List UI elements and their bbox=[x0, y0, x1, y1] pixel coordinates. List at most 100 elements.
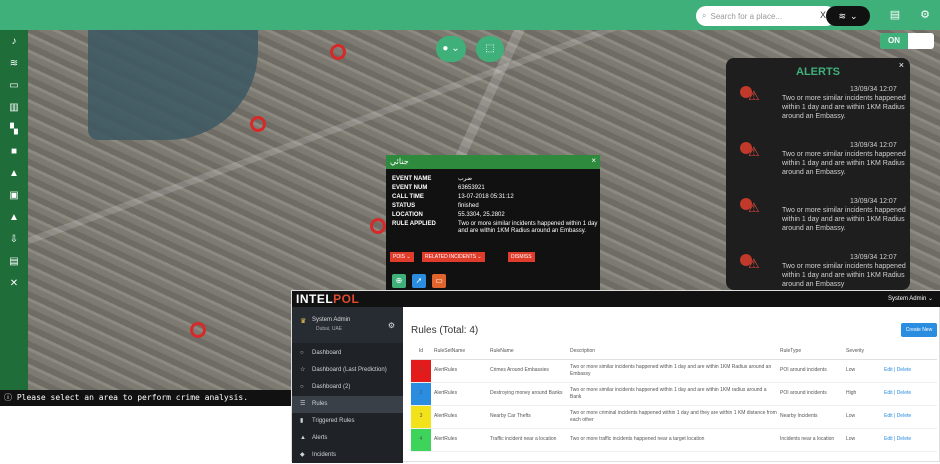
select-area-button[interactable]: ⬚ bbox=[476, 36, 504, 62]
table-row: 2 AlertRules Destroying money around Banks… bbox=[411, 382, 937, 406]
image-icon[interactable]: ▣ bbox=[6, 188, 22, 204]
creek-water bbox=[88, 30, 258, 140]
search-box[interactable]: ⌕ Search for a place... X bbox=[696, 6, 836, 26]
rule-name: Traffic incident near a location bbox=[487, 428, 567, 452]
search-input[interactable]: Search for a place... bbox=[710, 12, 782, 21]
car-icon[interactable]: ▭ bbox=[432, 274, 446, 288]
rule-severity: Low bbox=[843, 359, 881, 383]
column-header: RuleSetName bbox=[431, 343, 487, 360]
menu-item-rules[interactable]: ☰ Rules bbox=[292, 396, 403, 413]
admin-header: INTELPOL System Admin ⌄ bbox=[292, 291, 940, 307]
edit-delete-links[interactable]: Edit | Delete bbox=[884, 436, 911, 442]
incident-marker[interactable] bbox=[370, 218, 386, 234]
row-actions[interactable]: Edit | Delete bbox=[881, 359, 937, 383]
rules-table: Id RuleSetName RuleName Description Rule… bbox=[411, 343, 937, 452]
rules-content: Rules (Total: 4) Create New Id RuleSetNa… bbox=[403, 307, 940, 463]
menu-item-incidents[interactable]: ◆ Incidents bbox=[292, 447, 403, 464]
map-icon[interactable]: ▤ bbox=[888, 8, 902, 22]
status-message: Please select an area to perform crime a… bbox=[16, 393, 249, 402]
toggle-on-label: ON bbox=[880, 33, 908, 49]
chart-icon[interactable]: ▥ bbox=[6, 100, 22, 116]
rule-description: Two or more similar incidents happened w… bbox=[567, 382, 777, 406]
location-pin-button[interactable]: ● ⌄ bbox=[436, 36, 466, 62]
rule-set-name: AlertRules bbox=[431, 359, 487, 383]
warning-icon: ⚠ bbox=[740, 198, 766, 216]
rule-type: POI around incidents bbox=[777, 359, 843, 383]
zoom-icon[interactable]: ⊕ bbox=[392, 274, 406, 288]
alert-time: 13/09/34 12:07 bbox=[850, 254, 897, 261]
incident-popup: جنائي × EVENT NAME ضرب EVENT NUM 63653921 … bbox=[386, 155, 600, 291]
incident-marker[interactable] bbox=[250, 116, 266, 132]
column-header: Description bbox=[567, 343, 777, 360]
alert-item[interactable]: ⚠ 13/09/34 12:07 Two or more similar inc… bbox=[740, 86, 908, 136]
column-header bbox=[881, 343, 937, 360]
layers-icon[interactable]: ≋ bbox=[6, 56, 22, 72]
menu-item-dashboard[interactable]: ○ Dashboard bbox=[292, 345, 403, 362]
left-sidebar: ♪ ≋ ▭ ▥ ▚ ■ ▲ ▣ ▲ ⇩ ▤ ✕ bbox=[0, 30, 28, 390]
top-bar: ⌕ Search for a place... X ≋ ⌄ ▤ ⚙ bbox=[0, 0, 940, 30]
rule-id: 2 bbox=[411, 382, 431, 406]
rule-description: Two or more traffic incidents happened n… bbox=[567, 428, 777, 452]
rule-id: 3 bbox=[411, 405, 431, 429]
layers-button[interactable]: ≋ ⌄ bbox=[826, 6, 870, 26]
settings-gear-icon[interactable]: ⚙ bbox=[388, 321, 395, 330]
alert-item[interactable]: ⚠ 13/09/34 12:07 Two or more similar inc… bbox=[740, 142, 908, 192]
rule-description: Two or more criminal incidents happened … bbox=[567, 405, 777, 429]
warning-icon: ⚠ bbox=[740, 86, 766, 104]
page-title: Rules (Total: 4) bbox=[411, 325, 479, 336]
create-new-button[interactable]: Create New bbox=[901, 323, 937, 337]
road-icon[interactable]: ▲ bbox=[6, 210, 22, 226]
car-icon[interactable]: ▭ bbox=[6, 78, 22, 94]
row-actions[interactable]: Edit | Delete bbox=[881, 382, 937, 406]
search-icon: ⌕ bbox=[702, 11, 707, 20]
filter-icon[interactable]: ▚ bbox=[6, 122, 22, 138]
row-actions[interactable]: Edit | Delete bbox=[881, 405, 937, 429]
rule-id: 4 bbox=[411, 428, 431, 452]
intelpol-logo: INTELPOL bbox=[296, 292, 360, 306]
rule-severity: Low bbox=[843, 405, 881, 429]
rule-set-name: AlertRules bbox=[431, 382, 487, 406]
popup-title: جنائي bbox=[390, 157, 409, 166]
alert-item[interactable]: ⚠ 13/09/34 12:07 Two or more similar inc… bbox=[740, 254, 908, 290]
close-alerts-button[interactable]: × bbox=[899, 60, 904, 70]
menu-item-dashboard-last-prediction[interactable]: ☆ Dashboard (Last Prediction) bbox=[292, 362, 403, 379]
user-menu[interactable]: System Admin ⌄ bbox=[888, 295, 933, 302]
video-icon[interactable]: ■ bbox=[6, 144, 22, 160]
toggle-switch[interactable]: ON bbox=[880, 33, 934, 49]
pois-button[interactable]: POIS ⌄ bbox=[390, 252, 414, 262]
alert-message: Two or more similar incidents happened w… bbox=[782, 207, 906, 232]
rule-severity: High bbox=[843, 382, 881, 406]
bell-icon[interactable]: ♪ bbox=[6, 34, 22, 50]
incident-marker[interactable] bbox=[190, 322, 206, 338]
dismiss-button[interactable]: DISMISS bbox=[508, 252, 535, 262]
edit-delete-links[interactable]: Edit | Delete bbox=[884, 413, 911, 419]
related-incidents-button[interactable]: RELATED INCIDENTS ⌄ bbox=[422, 252, 485, 262]
row-actions[interactable]: Edit | Delete bbox=[881, 428, 937, 452]
incident-marker[interactable] bbox=[330, 44, 346, 60]
table-row: 3 AlertRules Nearby Car Thefts Two or more … bbox=[411, 405, 937, 429]
close-popup-button[interactable]: × bbox=[591, 156, 596, 165]
tools-icon[interactable]: ✕ bbox=[6, 276, 22, 292]
column-header: RuleType bbox=[777, 343, 843, 360]
vehicle-icon[interactable]: ▲ bbox=[6, 166, 22, 182]
profile-location: Dubai, UAE bbox=[316, 326, 343, 332]
menu-item-triggered-rules[interactable]: ▮ Triggered Rules bbox=[292, 413, 403, 430]
rule-set-name: AlertRules bbox=[431, 428, 487, 452]
layers-icon: ≋ bbox=[838, 10, 846, 21]
rule-set-name: AlertRules bbox=[431, 405, 487, 429]
edit-delete-links[interactable]: Edit | Delete bbox=[884, 367, 911, 373]
message-icon[interactable]: ▤ bbox=[6, 254, 22, 270]
edit-delete-links[interactable]: Edit | Delete bbox=[884, 390, 911, 396]
gear-icon[interactable]: ⚙ bbox=[918, 8, 932, 22]
alert-time: 13/09/34 12:07 bbox=[850, 198, 897, 205]
admin-sidebar: ♛ System Admin Dubai, UAE ⚙ ○ Dashboard ☆… bbox=[292, 307, 403, 463]
warning-icon: ⚠ bbox=[740, 254, 766, 272]
export-icon[interactable]: ⇩ bbox=[6, 232, 22, 248]
alert-item[interactable]: ⚠ 13/09/34 12:07 Two or more similar inc… bbox=[740, 198, 908, 248]
route-icon[interactable]: ➚ bbox=[412, 274, 426, 288]
rule-description: Two or more similar incidents happened w… bbox=[567, 359, 777, 383]
menu-item-alerts[interactable]: ▲ Alerts bbox=[292, 430, 403, 447]
rule-severity: Low bbox=[843, 428, 881, 452]
status-bar: ⓘ Please select an area to perform crime… bbox=[0, 390, 292, 406]
menu-item-dashboard-2[interactable]: ○ Dashboard (2) bbox=[292, 379, 403, 396]
